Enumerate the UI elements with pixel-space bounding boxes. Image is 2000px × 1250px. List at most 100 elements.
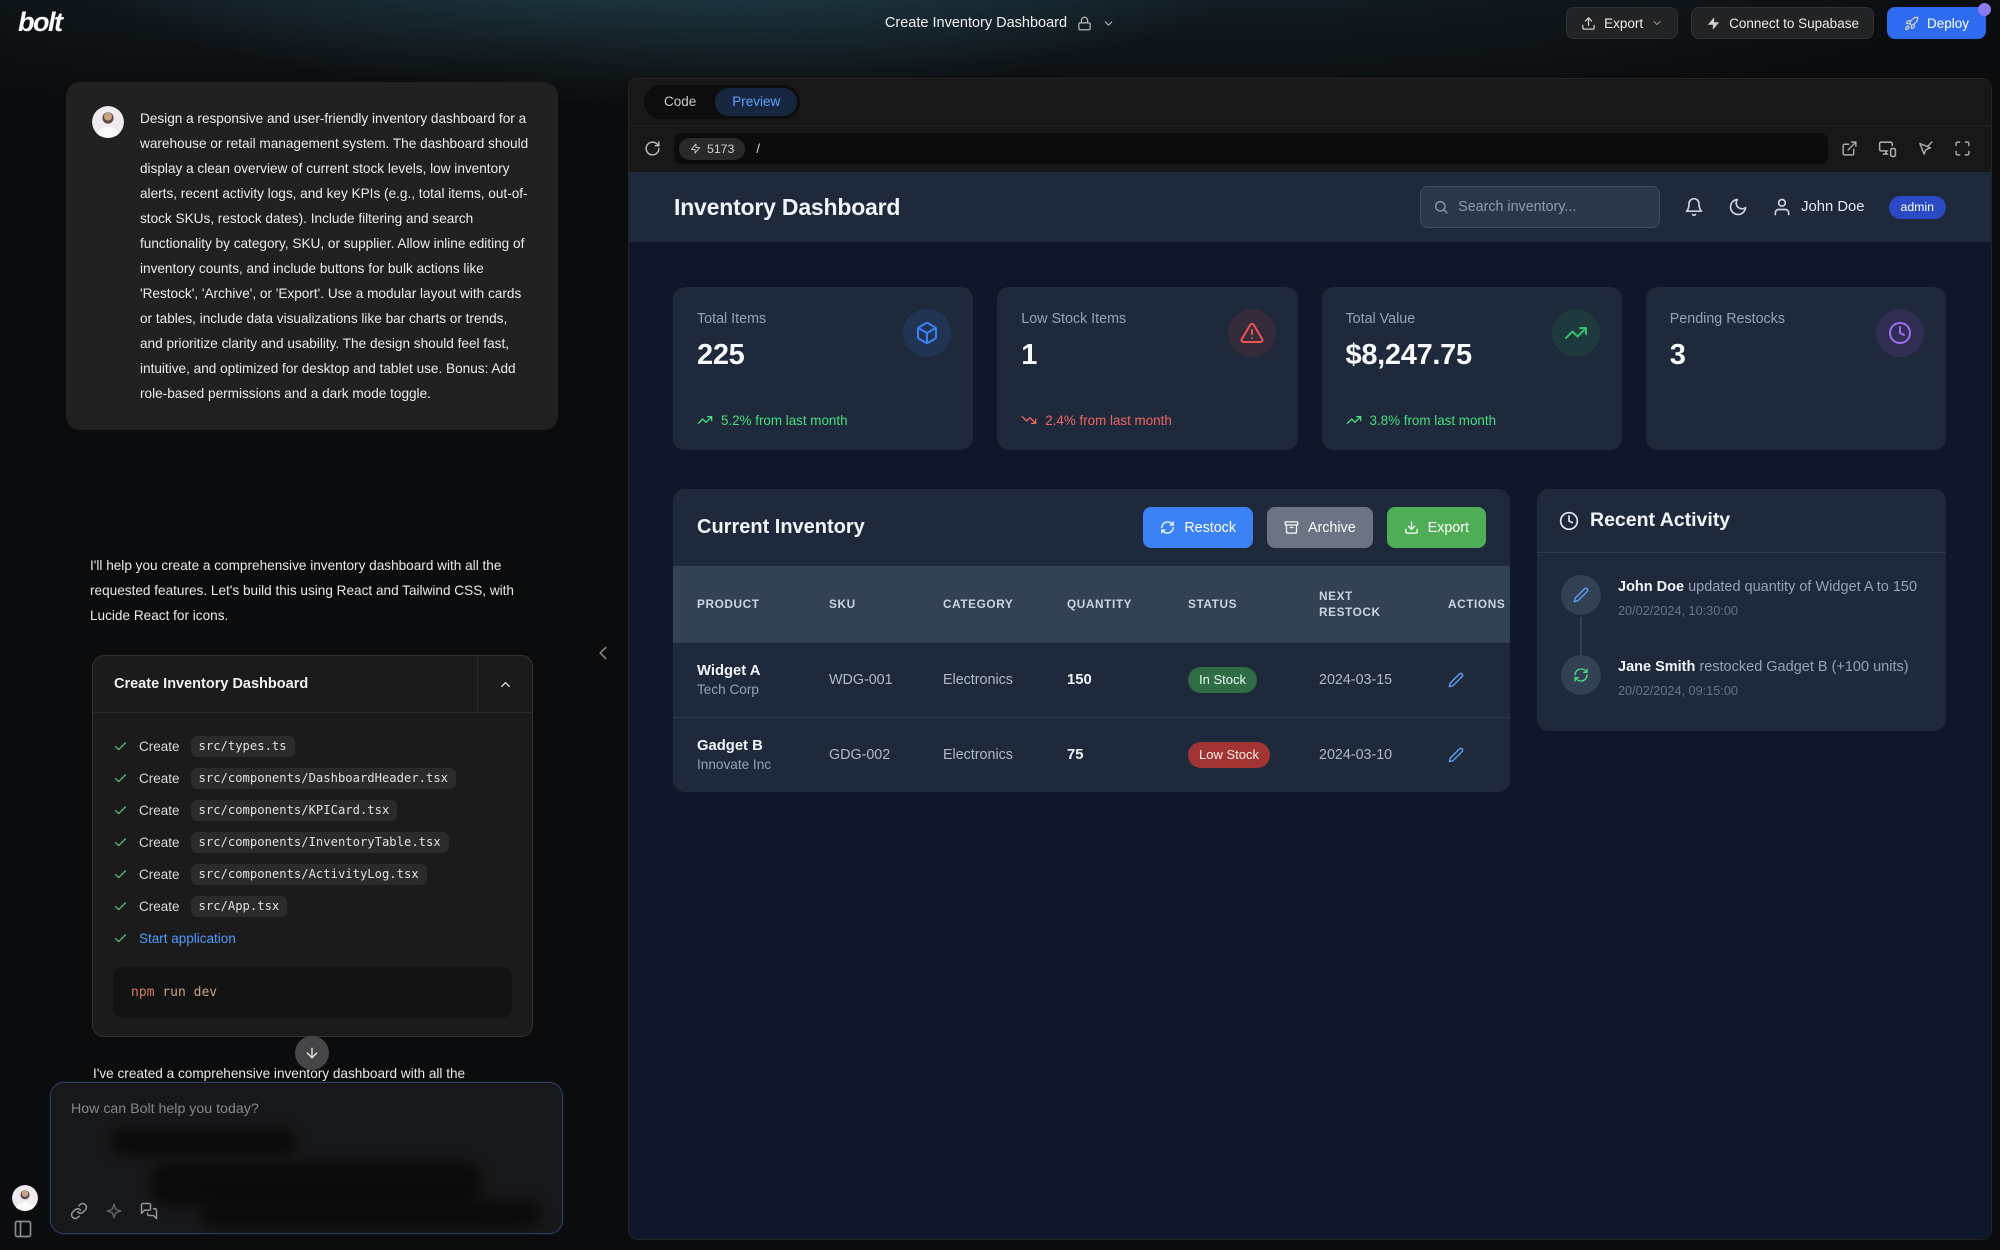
port-pill[interactable]: 5173 [679, 138, 745, 160]
dashboard-header: Inventory Dashboard John Doe admin [629, 172, 1991, 242]
workflow-title: Create Inventory Dashboard [93, 676, 477, 692]
trending-up-icon [1564, 321, 1588, 345]
upload-icon [1581, 16, 1596, 31]
step-file[interactable]: src/types.ts [191, 736, 295, 757]
step-action: Create [139, 867, 180, 882]
table-row[interactable]: Gadget B Innovate Inc GDG-002 Electronic… [673, 717, 1510, 792]
export-button[interactable]: Export [1566, 7, 1678, 39]
user-icon [1772, 197, 1792, 217]
lock-icon [1077, 16, 1092, 31]
kpi-trend: 3.8% from last month [1346, 412, 1497, 428]
product-quantity[interactable]: 150 [1067, 672, 1188, 688]
user-message-card: Design a responsive and user-friendly in… [66, 82, 558, 430]
activity-item: John Doe updated quantity of Widget A to… [1561, 577, 1922, 623]
chevron-down-icon[interactable] [1102, 17, 1115, 30]
kpi-trend: 5.2% from last month [697, 412, 848, 428]
user-chip[interactable]: John Doe [1772, 197, 1864, 217]
search-icon [1433, 199, 1449, 215]
alert-triangle-icon [1240, 321, 1264, 345]
link-icon[interactable] [70, 1202, 88, 1220]
user-avatar [92, 106, 124, 138]
step-file[interactable]: src/components/InventoryTable.tsx [191, 832, 449, 853]
workflow-step: Create src/App.tsx [113, 890, 512, 922]
workflow-step: Create src/components/ActivityLog.tsx [113, 858, 512, 890]
terminal-command: npm [131, 985, 154, 1000]
redacted-blur [201, 1201, 541, 1227]
recent-activity-card: Recent Activity John Doe updated quantit… [1537, 489, 1946, 731]
inventory-search-box[interactable] [1420, 186, 1660, 228]
workflow-step: Create src/types.ts [113, 730, 512, 762]
product-category: Electronics [943, 672, 1067, 688]
search-input[interactable] [1458, 199, 1647, 215]
chat-input-box[interactable] [50, 1082, 563, 1234]
preview-url-bar: 5173 / [629, 126, 1991, 171]
chat-bubbles-icon[interactable] [140, 1202, 158, 1220]
preview-viewport: Inventory Dashboard John Doe admin Total… [629, 172, 1991, 1239]
col-sku: SKU [829, 596, 943, 612]
step-file[interactable]: src/components/ActivityLog.tsx [191, 864, 427, 885]
collapse-workflow-button[interactable] [477, 656, 532, 712]
timeline-connector [1580, 617, 1582, 655]
clock-icon [1559, 511, 1579, 531]
assistant-intro-text: I'll help you create a comprehensive inv… [90, 553, 552, 628]
export-csv-button[interactable]: Export [1387, 507, 1486, 548]
port-number: 5173 [707, 142, 734, 156]
deploy-button[interactable]: Deploy [1887, 7, 1986, 39]
open-external-icon[interactable] [1841, 140, 1858, 157]
step-file[interactable]: src/components/DashboardHeader.tsx [191, 768, 456, 789]
inventory-title: Current Inventory [697, 516, 865, 539]
role-badge: admin [1889, 196, 1947, 219]
step-action: Start application [139, 931, 236, 946]
edit-pencil-icon[interactable] [1448, 672, 1464, 688]
collapse-chat-chevron-icon[interactable] [592, 642, 614, 664]
edit-pencil-icon[interactable] [1448, 747, 1464, 763]
reload-icon[interactable] [644, 140, 661, 157]
scroll-to-bottom-button[interactable] [295, 1036, 329, 1070]
chat-input[interactable] [59, 1089, 539, 1139]
step-file[interactable]: src/App.tsx [191, 896, 288, 917]
product-quantity[interactable]: 75 [1067, 747, 1188, 763]
workflow-step-start-application[interactable]: Start application [113, 922, 512, 954]
connect-supabase-button[interactable]: Connect to Supabase [1691, 7, 1874, 39]
supabase-label: Connect to Supabase [1729, 16, 1859, 31]
rocket-icon [1904, 16, 1919, 31]
product-name: Widget A [697, 663, 829, 679]
inspector-cursor-icon[interactable] [1917, 140, 1934, 157]
user-message-text: Design a responsive and user-friendly in… [140, 106, 532, 406]
restock-button[interactable]: Restock [1143, 507, 1253, 548]
activity-title: Recent Activity [1590, 509, 1730, 532]
activity-text: updated quantity of Widget A to 150 [1688, 579, 1917, 595]
tab-code[interactable]: Code [647, 88, 713, 116]
chevron-up-icon [498, 677, 513, 692]
supabase-icon [1706, 16, 1721, 31]
bell-icon[interactable] [1684, 197, 1704, 217]
tab-preview[interactable]: Preview [715, 88, 797, 116]
workflow-card: Create Inventory Dashboard Create src/ty… [92, 655, 533, 1037]
fullscreen-icon[interactable] [1954, 140, 1971, 157]
devices-icon[interactable] [1878, 139, 1897, 158]
sidebar-toggle-icon[interactable] [13, 1219, 33, 1239]
archive-button[interactable]: Archive [1267, 507, 1373, 548]
status-badge: Low Stock [1188, 742, 1270, 768]
workbench-panel: Code Preview 5173 / Inventory Dashboard [628, 78, 1992, 1240]
kpi-card-total-items: Total Items 225 5.2% from last month [673, 287, 973, 450]
dark-mode-toggle-moon-icon[interactable] [1728, 197, 1748, 217]
product-sku: GDG-002 [829, 747, 943, 763]
account-avatar[interactable] [12, 1185, 38, 1211]
code-preview-toggle: Code Preview [644, 85, 800, 119]
workflow-step: Create src/components/DashboardHeader.ts… [113, 762, 512, 794]
activity-timestamp: 20/02/2024, 10:30:00 [1618, 604, 1922, 618]
trending-down-icon [1021, 412, 1037, 428]
chevron-down-icon [1651, 17, 1663, 29]
table-row[interactable]: Widget A Tech Corp WDG-001 Electronics 1… [673, 642, 1510, 717]
sparkles-icon[interactable] [105, 1202, 123, 1220]
url-field[interactable]: 5173 / [674, 133, 1828, 164]
step-file[interactable]: src/components/KPICard.tsx [191, 800, 398, 821]
next-restock-date: 2024-03-10 [1319, 747, 1448, 763]
col-product: Product [697, 596, 829, 612]
archive-icon [1284, 520, 1299, 535]
project-title: Create Inventory Dashboard [885, 15, 1067, 31]
kpi-card-total-value: Total Value $8,247.75 3.8% from last mon… [1322, 287, 1622, 450]
activity-text: restocked Gadget B (+100 units) [1699, 659, 1908, 675]
workflow-step: Create src/components/InventoryTable.tsx [113, 826, 512, 858]
